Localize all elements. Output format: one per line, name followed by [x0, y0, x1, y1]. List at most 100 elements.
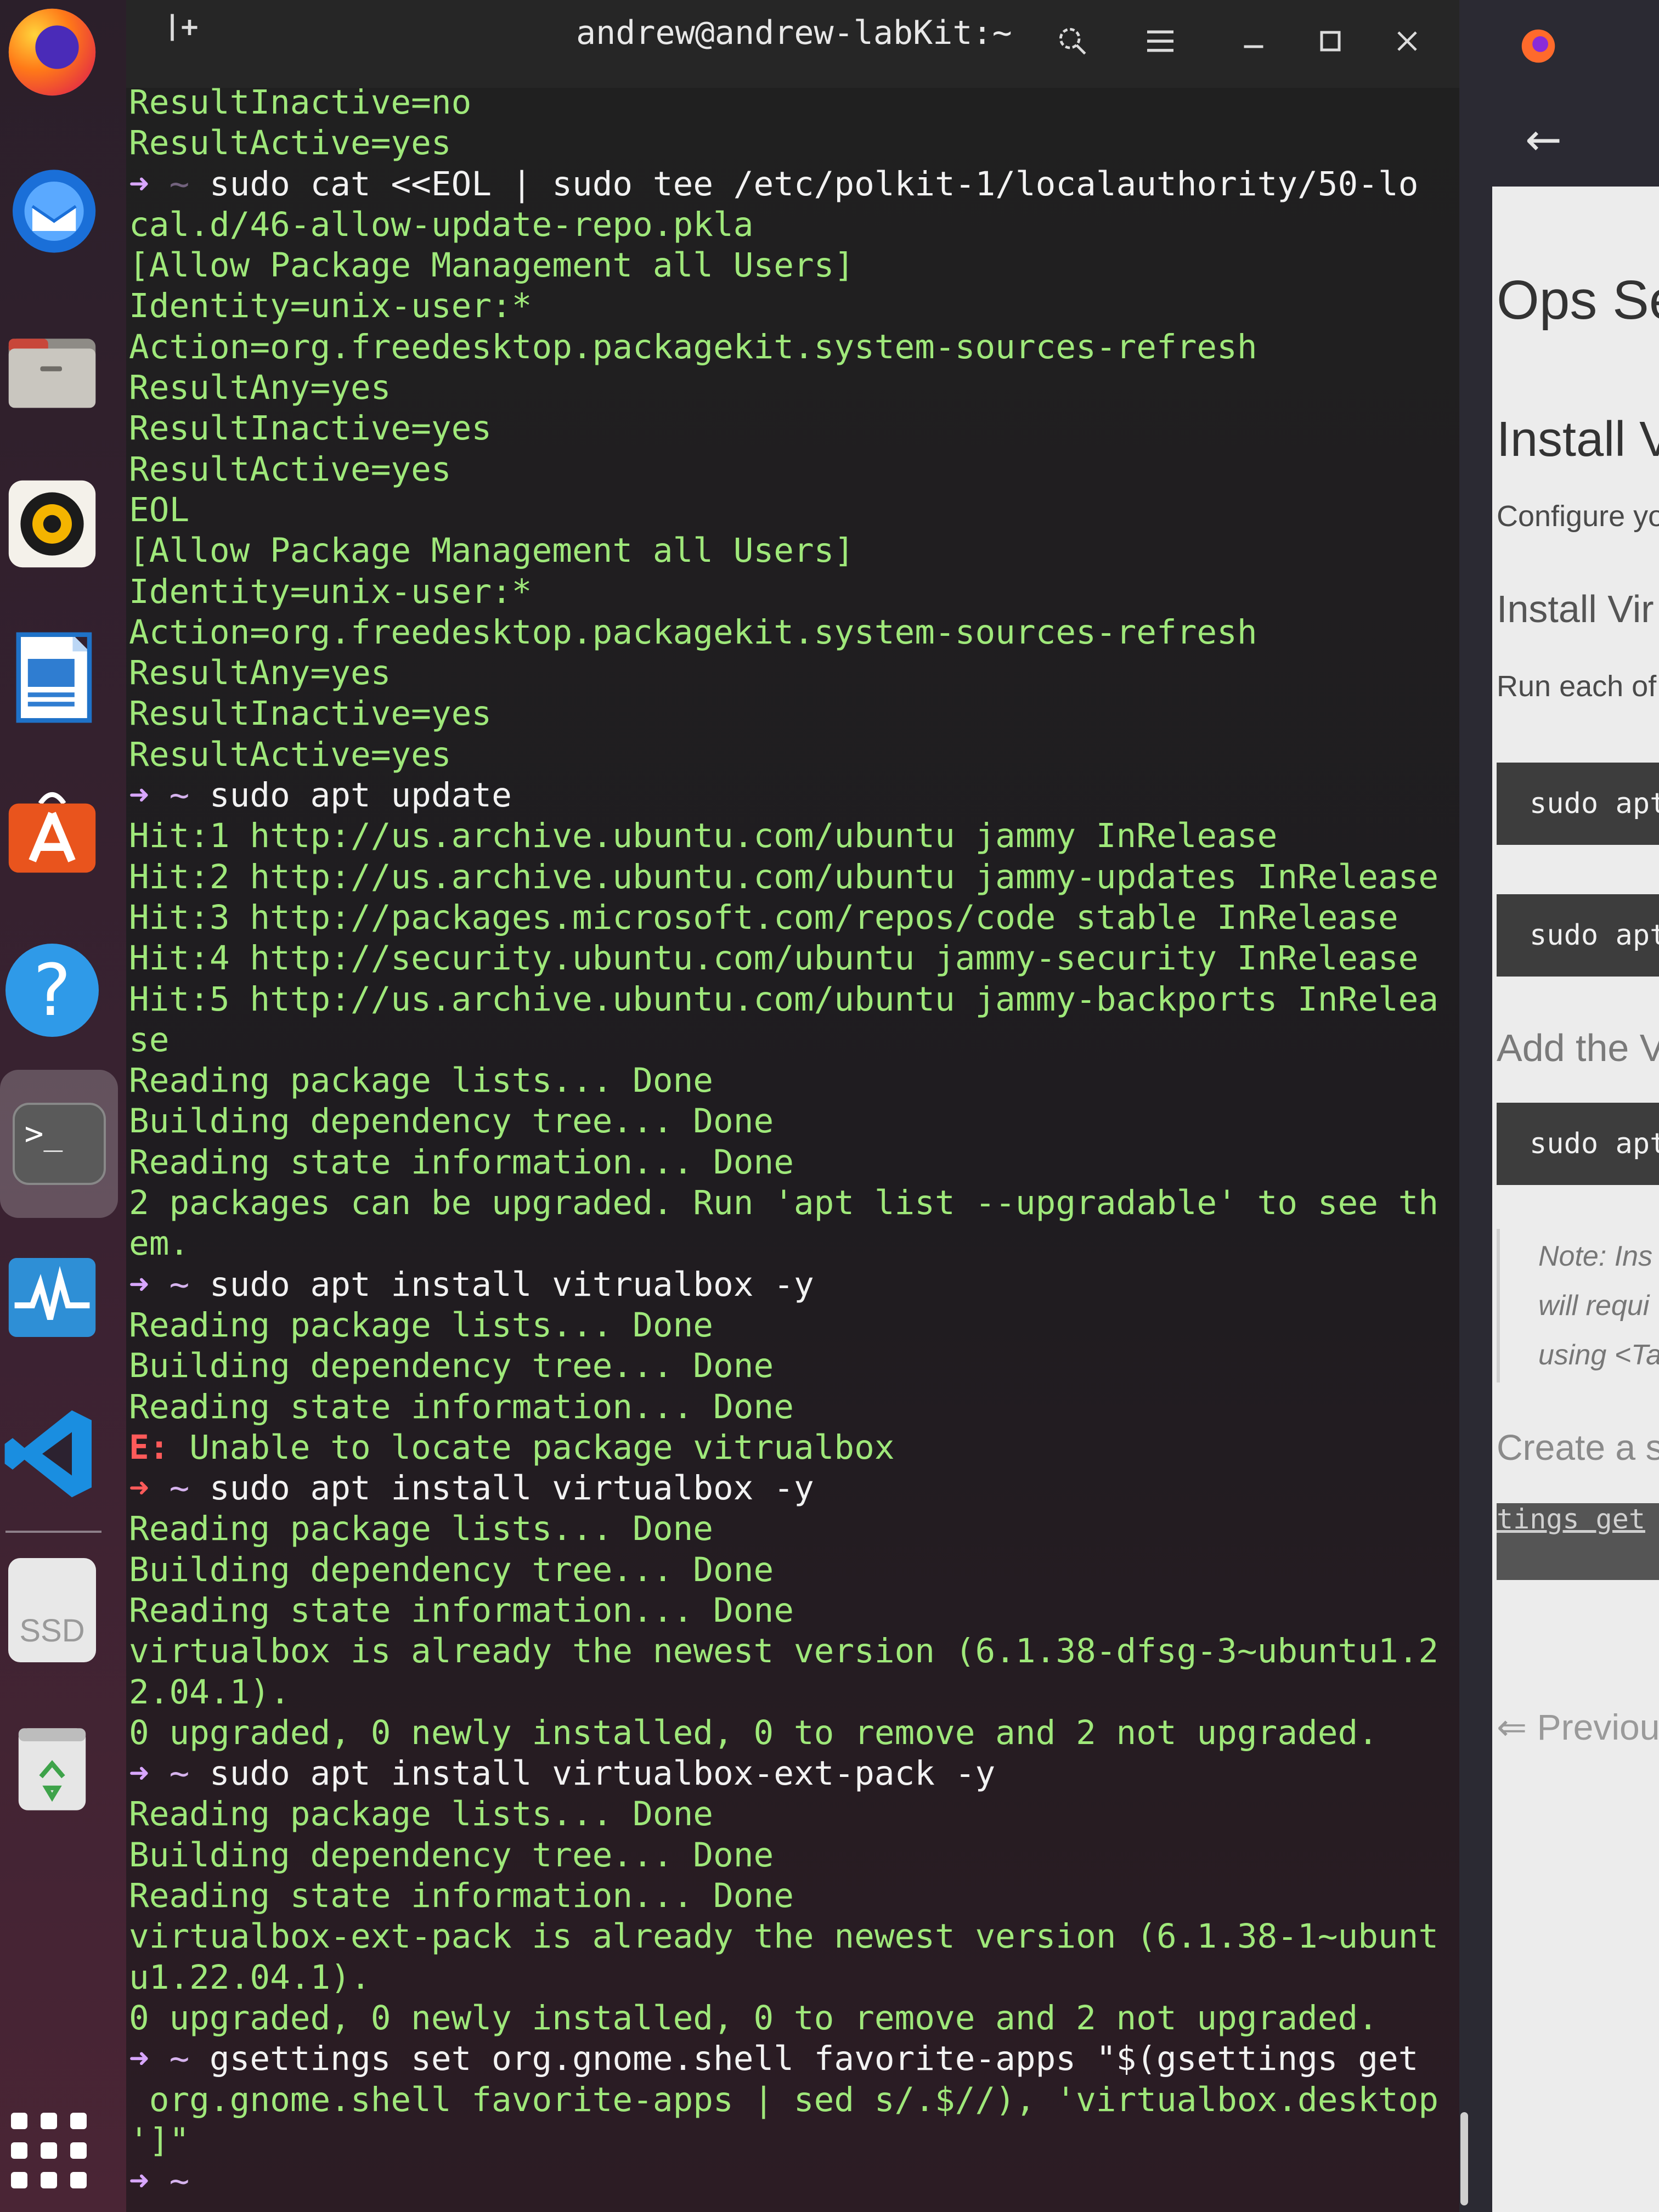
- dock-item-terminal[interactable]: >_: [0, 1070, 118, 1218]
- run-text: Run each of: [1497, 670, 1657, 703]
- terminal-output-line: [Allow Package Management all Users]: [129, 246, 855, 285]
- rhythmbox-icon: [8, 480, 96, 568]
- terminal-window[interactable]: andrew@andrew-labKit:~ ResultInactive=no…: [126, 0, 1459, 2212]
- dock-separator: [5, 1531, 101, 1533]
- note-line-3: using <Ta: [1538, 1339, 1659, 1371]
- menu-button[interactable]: [1136, 16, 1185, 66]
- prompt-arrow-icon: ➜: [129, 1754, 149, 1793]
- prompt-arrow-icon: ➜: [129, 2039, 149, 2079]
- app-center-icon: [8, 792, 96, 873]
- command-text: gsettings set org.gnome.shell favorite-a…: [209, 2039, 1419, 2079]
- code-block-1[interactable]: sudo apt: [1497, 763, 1659, 845]
- terminal-command-line: ➜ ~ sudo apt install vitrualbox -y: [129, 1265, 1462, 1305]
- command-text: sudo cat <<EOL | sudo tee /etc/polkit-1/…: [209, 164, 1419, 204]
- page-heading: Ops Se: [1497, 269, 1659, 331]
- terminal-output-line: 2 packages can be upgraded. Run 'apt lis…: [129, 1183, 1439, 1223]
- show-apps-button[interactable]: [8, 2109, 90, 2192]
- prompt-directory: ~: [149, 2162, 210, 2201]
- terminal-output-line: Hit:5 http://us.archive.ubuntu.com/ubunt…: [129, 979, 1439, 1019]
- terminal-output-line: Action=org.freedesktop.packagekit.system…: [129, 327, 1257, 366]
- dock-item-firefox[interactable]: [0, 0, 104, 104]
- terminal-output-line: Reading state information... Done: [129, 1142, 794, 1182]
- code-block-2[interactable]: sudo apt: [1497, 894, 1659, 977]
- maximize-icon: [1320, 31, 1341, 52]
- firefox-icon: [8, 8, 96, 96]
- prompt-arrow-icon: ➜: [129, 1265, 149, 1304]
- firefox-tab-icon-wrap[interactable]: [1519, 26, 1562, 70]
- scrollbar[interactable]: [1460, 2112, 1468, 2205]
- terminal-output-line: em.: [129, 1224, 190, 1263]
- terminal-output-line: 0 upgraded, 0 newly installed, 0 to remo…: [129, 1998, 1378, 2038]
- terminal-output-line: org.gnome.shell favorite-apps | sed s/.$…: [129, 2080, 1439, 2119]
- close-button[interactable]: [1383, 16, 1432, 66]
- back-button[interactable]: ←: [1525, 115, 1575, 165]
- code-block-3[interactable]: sudo apt: [1497, 1103, 1659, 1185]
- previous-link[interactable]: ⇐ Previou: [1497, 1706, 1659, 1748]
- hamburger-menu-icon: [1147, 30, 1173, 52]
- minimize-button[interactable]: [1229, 16, 1278, 66]
- terminal-output-line: ResultActive=yes: [129, 123, 452, 163]
- search-button[interactable]: [1048, 16, 1097, 66]
- terminal-output-line: Hit:4 http://security.ubuntu.com/ubuntu …: [129, 939, 1419, 978]
- system-monitor-icon: [8, 1258, 96, 1337]
- ssd-drive-icon: SSD: [8, 1558, 96, 1662]
- terminal-output-line: ResultInactive=yes: [129, 409, 492, 448]
- terminal-command-line: ➜ ~ sudo apt update: [129, 775, 1462, 816]
- dock-item-help[interactable]: ?: [0, 938, 104, 1042]
- add-text: Add the V: [1497, 1026, 1659, 1069]
- terminal-command-line: ➜ ~ sudo apt install virtualbox -y: [129, 1468, 1462, 1509]
- dock-item-ssd[interactable]: SSD: [0, 1558, 104, 1662]
- code-block-4[interactable]: tings get: [1497, 1503, 1659, 1580]
- terminal-output-line: u1.22.04.1).: [129, 1957, 371, 1997]
- terminal-output-line: Building dependency tree... Done: [129, 1835, 774, 1875]
- dock: ? >_ SSD: [0, 0, 126, 2212]
- search-icon: [1059, 28, 1086, 55]
- terminal-output-line: ResultAny=yes: [129, 653, 391, 693]
- new-tab-button[interactable]: [165, 8, 208, 52]
- code-text-4: tings get: [1497, 1503, 1645, 1535]
- dock-item-vscode[interactable]: [0, 1402, 104, 1506]
- dock-item-files[interactable]: [0, 318, 104, 422]
- prompt-directory: ~: [149, 1754, 210, 1793]
- terminal-command-line: ➜ ~ gsettings set org.gnome.shell favori…: [129, 2039, 1462, 2079]
- prompt-directory: ~: [149, 776, 210, 815]
- terminal-output-line: ResultAny=yes: [129, 368, 391, 408]
- terminal-icon: >_: [12, 1103, 106, 1185]
- dock-item-app-center[interactable]: [0, 779, 104, 883]
- code-text-1: sudo apt: [1530, 787, 1659, 820]
- maximize-button[interactable]: [1306, 16, 1355, 66]
- terminal-command-line: ➜ ~ sudo apt install virtualbox-ext-pack…: [129, 1753, 1462, 1794]
- dock-item-thunderbird[interactable]: [0, 159, 104, 263]
- browser-window: ← Ops Se Install V Configure yo Install …: [1459, 0, 1659, 2212]
- code-text-2: sudo apt: [1530, 919, 1659, 952]
- thunderbird-icon: [13, 170, 96, 253]
- command-text: sudo apt install virtualbox -y: [209, 1469, 814, 1508]
- window-title: andrew@andrew-labKit:~: [576, 14, 1012, 52]
- terminal-output-line: Building dependency tree... Done: [129, 1550, 774, 1589]
- help-icon: ?: [5, 944, 99, 1037]
- dock-item-rhythmbox[interactable]: [0, 472, 104, 576]
- terminal-error-line: E: Unable to locate package vitrualbox: [129, 1427, 1462, 1468]
- vscode-icon: [4, 1410, 92, 1498]
- terminal-output-line: 2.04.1).: [129, 1672, 290, 1712]
- terminal-output-line: [Allow Package Management all Users]: [129, 531, 855, 571]
- terminal-output-line: Identity=unix-user:*: [129, 286, 532, 326]
- note-line-1: Note: Ins: [1538, 1240, 1653, 1272]
- note-line-2: will requi: [1538, 1290, 1650, 1322]
- terminal-output-line: Hit:2 http://us.archive.ubuntu.com/ubunt…: [129, 857, 1439, 896]
- terminal-prompt: ➜ ~: [129, 2161, 1462, 2202]
- terminal-output-line: cal.d/46-allow-update-repo.pkla: [129, 205, 754, 244]
- terminal-output[interactable]: ResultInactive=no ResultActive=yes ➜ ~ sud…: [126, 82, 1462, 2200]
- prompt-arrow-icon: ➜: [129, 776, 149, 815]
- terminal-output-line: ResultInactive=no: [129, 83, 472, 122]
- dock-item-writer[interactable]: [0, 625, 104, 730]
- terminal-output-line: Hit:3 http://packages.microsoft.com/repo…: [129, 898, 1398, 937]
- firefox-icon: [1521, 29, 1555, 63]
- prompt-directory: ~: [149, 164, 210, 204]
- dock-item-system-monitor[interactable]: [0, 1245, 104, 1350]
- terminal-output-line: Reading package lists... Done: [129, 1509, 714, 1549]
- terminal-output-line: Hit:1 http://us.archive.ubuntu.com/ubunt…: [129, 816, 1278, 856]
- dock-item-trash[interactable]: [0, 1717, 104, 1821]
- terminal-output-line: ']": [129, 2120, 190, 2160]
- trash-icon: [18, 1728, 86, 1810]
